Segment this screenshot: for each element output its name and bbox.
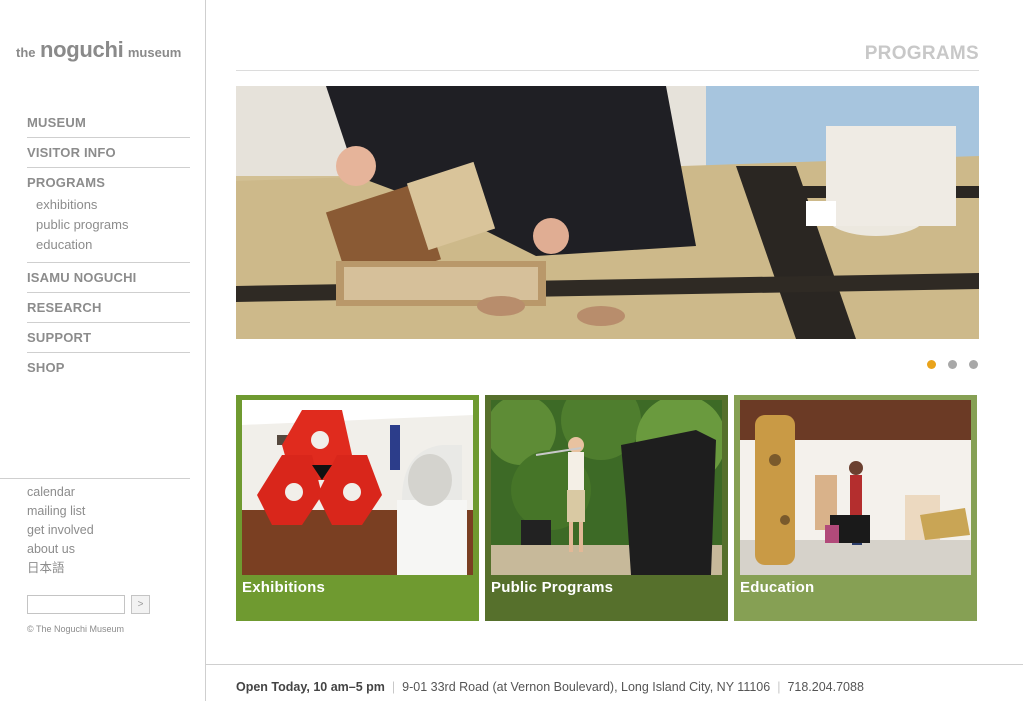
- footer-separator: |: [777, 680, 781, 694]
- logo-suffix: museum: [127, 45, 182, 60]
- hero-slideshow-image[interactable]: [236, 86, 979, 339]
- tile-exhibitions-label: Exhibitions: [242, 579, 326, 596]
- title-divider: [236, 70, 979, 71]
- get-involved-link[interactable]: get involved: [27, 522, 190, 541]
- nav-item-shop: SHOP: [27, 353, 190, 382]
- search-input[interactable]: [27, 595, 125, 614]
- main-navigation: MUSEUM VISITOR INFO PROGRAMS exhibitions…: [27, 108, 190, 382]
- nav-item-isamu-noguchi: ISAMU NOGUCHI: [27, 263, 190, 293]
- nav-link-support[interactable]: SUPPORT: [27, 323, 190, 352]
- subnav-link-public-programs[interactable]: public programs: [27, 216, 190, 236]
- japanese-language-link[interactable]: 日本語: [27, 560, 190, 579]
- tile-education[interactable]: Education: [734, 395, 977, 621]
- logo-prefix: the: [16, 45, 36, 60]
- nav-link-visitor-info[interactable]: VISITOR INFO: [27, 138, 190, 167]
- sidebar: the noguchi museum MUSEUM VISITOR INFO P…: [0, 0, 206, 701]
- footer-hours: Open Today, 10 am–5 pm: [236, 680, 385, 694]
- utility-links: calendar mailing list get involved about…: [0, 478, 190, 579]
- mailing-list-link[interactable]: mailing list: [27, 503, 190, 522]
- tile-public-programs[interactable]: Public Programs: [485, 395, 728, 621]
- education-photo: [740, 400, 971, 575]
- public-programs-illustration: [491, 400, 722, 575]
- search-submit-button[interactable]: >: [131, 595, 150, 614]
- footer-divider: [206, 664, 1023, 665]
- nav-item-support: SUPPORT: [27, 323, 190, 353]
- exhibitions-photo: [242, 400, 473, 575]
- tile-exhibitions[interactable]: Exhibitions: [236, 395, 479, 621]
- museum-logo[interactable]: the noguchi museum: [16, 37, 181, 63]
- footer-separator: |: [391, 680, 396, 694]
- slideshow-dot-2[interactable]: [948, 360, 957, 369]
- nav-item-programs: PROGRAMS exhibitions public programs edu…: [27, 168, 190, 263]
- hero-illustration: [236, 86, 979, 339]
- tile-education-label: Education: [740, 579, 815, 596]
- page-title: PROGRAMS: [864, 43, 979, 64]
- footer-phone: 718.204.7088: [787, 680, 864, 694]
- nav-link-programs[interactable]: PROGRAMS: [27, 168, 190, 196]
- public-programs-photo: [491, 400, 722, 575]
- subnav-link-exhibitions[interactable]: exhibitions: [27, 196, 190, 216]
- nav-item-research: RESEARCH: [27, 293, 190, 323]
- about-us-link[interactable]: about us: [27, 541, 190, 560]
- nav-item-museum: MUSEUM: [27, 108, 190, 138]
- nav-link-shop[interactable]: SHOP: [27, 353, 190, 382]
- nav-item-visitor-info: VISITOR INFO: [27, 138, 190, 168]
- education-illustration: [740, 400, 971, 575]
- exhibitions-illustration: [242, 400, 473, 575]
- slideshow-dot-1[interactable]: [927, 360, 936, 369]
- copyright-notice: © The Noguchi Museum: [27, 624, 125, 634]
- slideshow-dot-3[interactable]: [969, 360, 978, 369]
- footer: Open Today, 10 am–5 pm | 9-01 33rd Road (a…: [236, 680, 864, 694]
- logo-name: noguchi: [39, 37, 124, 62]
- subnav-link-education[interactable]: education: [27, 236, 190, 256]
- tile-public-programs-label: Public Programs: [491, 579, 614, 596]
- calendar-link[interactable]: calendar: [27, 484, 190, 503]
- nav-link-isamu-noguchi[interactable]: ISAMU NOGUCHI: [27, 263, 190, 292]
- nav-link-research[interactable]: RESEARCH: [27, 293, 190, 322]
- footer-address: 9-01 33rd Road (at Vernon Boulevard), Lo…: [402, 680, 771, 694]
- nav-link-museum[interactable]: MUSEUM: [27, 108, 190, 137]
